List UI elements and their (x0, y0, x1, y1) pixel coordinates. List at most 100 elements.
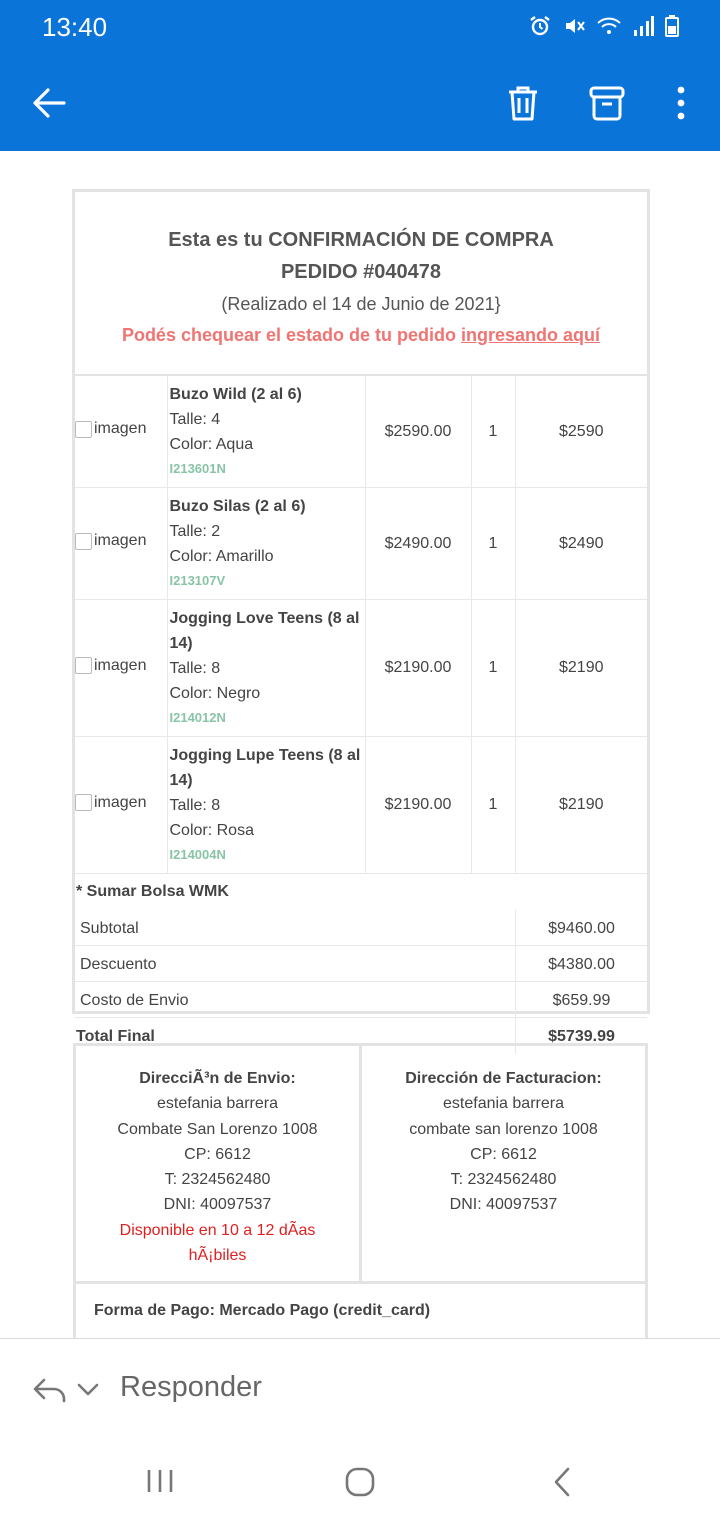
product-sku: I214004N (169, 847, 226, 862)
product-total: $2590 (515, 376, 647, 488)
alarm-icon (530, 16, 550, 36)
app-header: 13:40 (0, 0, 720, 151)
product-name: Buzo Silas (2 al 6) (169, 498, 306, 515)
order-header: Esta es tu CONFIRMACIÓN DE COMPRA PEDIDO… (75, 192, 647, 376)
billing-cp: CP: 6612 (470, 1145, 537, 1163)
product-color: Color: Rosa (169, 822, 254, 839)
shipping-phone: T: 2324562480 (164, 1171, 271, 1189)
product-sku: I213601N (169, 461, 226, 476)
table-row: imagen Jogging Lupe Teens (8 al 14) Talle:… (75, 736, 647, 874)
table-row: imagen Jogging Love Teens (8 al 14) Talle:… (75, 599, 647, 737)
chevron-down-icon[interactable] (76, 1381, 100, 1399)
product-details: Buzo Wild (2 al 6) Talle: 4 Color: Aqua I21… (167, 376, 366, 488)
product-price: $2490.00 (365, 487, 472, 600)
bolsa-note: * Sumar Bolsa WMK (76, 883, 229, 900)
billing-dni: DNI: 40097537 (449, 1196, 558, 1214)
status-icons (528, 14, 680, 38)
trash-icon[interactable] (502, 82, 544, 124)
order-number: PEDIDO #040478 (280, 261, 442, 283)
addresses-grid: DirecciÃ³n de Envio: estefania barrera C… (76, 1046, 645, 1284)
subtotal-value: $9460.00 (515, 910, 647, 945)
billing-street: combate san lorenzo 1008 (409, 1120, 598, 1138)
product-total: $2190 (515, 599, 647, 737)
shipping-availability: Disponible en 10 a 12 dÃas hÃ¡biles (119, 1221, 316, 1265)
product-qty: 1 (471, 487, 516, 600)
product-image-alt: imagen (94, 532, 147, 550)
product-name: Jogging Lupe Teens (8 al 14) (169, 747, 361, 789)
shipping-street: Combate San Lorenzo 1008 (117, 1120, 318, 1138)
product-total: $2490 (515, 487, 647, 600)
wifi-icon (597, 17, 621, 34)
product-price: $2190.00 (365, 599, 472, 737)
billing-name: estefania barrera (443, 1095, 564, 1113)
archive-icon[interactable] (586, 82, 628, 124)
product-image: imagen (75, 487, 168, 600)
product-image: imagen (75, 736, 168, 874)
product-color: Color: Amarillo (169, 548, 274, 565)
product-image: imagen (75, 376, 168, 488)
product-size: Talle: 8 (169, 660, 221, 677)
product-details: Jogging Lupe Teens (8 al 14) Talle: 8 Colo… (167, 736, 366, 874)
system-nav-bar (0, 1438, 720, 1520)
order-status-link[interactable]: ingresando aquí (461, 325, 600, 345)
addresses-card: DirecciÃ³n de Envio: estefania barrera C… (73, 1043, 648, 1343)
product-price: $2590.00 (365, 376, 472, 488)
reply-icon[interactable] (32, 1376, 68, 1404)
product-price: $2190.00 (365, 736, 472, 874)
broken-image-icon (75, 420, 92, 438)
nav-back-icon[interactable] (552, 1466, 572, 1498)
signal-icon (634, 16, 654, 36)
product-image: imagen (75, 599, 168, 737)
shipping-dni: DNI: 40097537 (163, 1196, 272, 1214)
shipping-label: Costo de Envio (80, 992, 189, 1009)
arrow-left-icon[interactable] (28, 82, 70, 124)
product-qty: 1 (471, 736, 516, 874)
billing-phone: T: 2324562480 (450, 1171, 557, 1189)
product-sku: I214012N (169, 710, 226, 725)
product-details: Jogging Love Teens (8 al 14) Talle: 8 Colo… (167, 599, 366, 737)
product-color: Color: Aqua (169, 436, 254, 453)
product-color: Color: Negro (169, 685, 261, 702)
product-qty: 1 (471, 599, 516, 737)
broken-image-icon (75, 532, 92, 550)
reply-button[interactable]: Responder (120, 1371, 262, 1404)
discount-value: $4380.00 (515, 946, 647, 981)
discount-row: Descuento $4380.00 (75, 946, 647, 982)
product-name: Buzo Wild (2 al 6) (169, 386, 302, 403)
mute-icon (566, 19, 585, 33)
order-items-table: imagen Buzo Wild (2 al 6) Talle: 4 Color: A… (75, 376, 647, 874)
order-status-prefix: Podés chequear el estado de tu pedido (121, 325, 462, 345)
subtotal-row: Subtotal $9460.00 (75, 910, 647, 946)
discount-label: Descuento (80, 956, 157, 973)
more-vertical-icon[interactable] (668, 82, 694, 124)
order-status-text: Podés chequear el estado de tu pedido in… (75, 320, 647, 350)
table-row: imagen Buzo Wild (2 al 6) Talle: 4 Color: A… (75, 376, 647, 488)
subtotal-label: Subtotal (80, 920, 139, 937)
product-name: Jogging Love Teens (8 al 14) (169, 610, 360, 652)
product-image-alt: imagen (94, 793, 147, 811)
table-row: imagen Buzo Silas (2 al 6) Talle: 2 Color: … (75, 487, 647, 600)
order-card: Esta es tu CONFIRMACIÓN DE COMPRA PEDIDO… (72, 189, 650, 1054)
shipping-cp: CP: 6612 (184, 1145, 251, 1163)
product-size: Talle: 2 (169, 523, 221, 540)
shipping-row: Costo de Envio $659.99 (75, 982, 647, 1018)
product-size: Talle: 4 (169, 411, 221, 428)
product-image-alt: imagen (94, 420, 147, 438)
billing-address-title: Dirección de Facturacion: (405, 1070, 602, 1087)
product-sku: I213107V (169, 573, 226, 588)
shipping-value: $659.99 (515, 982, 647, 1017)
shipping-address: DirecciÃ³n de Envio: estefania barrera C… (76, 1046, 359, 1281)
home-icon[interactable] (344, 1466, 376, 1498)
status-time: 13:40 (42, 12, 108, 42)
broken-image-icon (75, 657, 92, 675)
product-total: $2190 (515, 736, 647, 874)
reply-bar: Responder (0, 1338, 720, 1438)
recent-apps-icon[interactable] (146, 1468, 174, 1494)
broken-image-icon (75, 794, 92, 812)
product-qty: 1 (471, 376, 516, 488)
confirmation-title: Esta es tu CONFIRMACIÓN DE COMPRA (168, 229, 554, 251)
billing-address: Dirección de Facturacion: estefania barr… (359, 1046, 645, 1281)
product-size: Talle: 8 (169, 797, 221, 814)
payment-method: Forma de Pago: Mercado Pago (credit_card… (94, 1302, 431, 1319)
battery-icon (665, 15, 679, 37)
